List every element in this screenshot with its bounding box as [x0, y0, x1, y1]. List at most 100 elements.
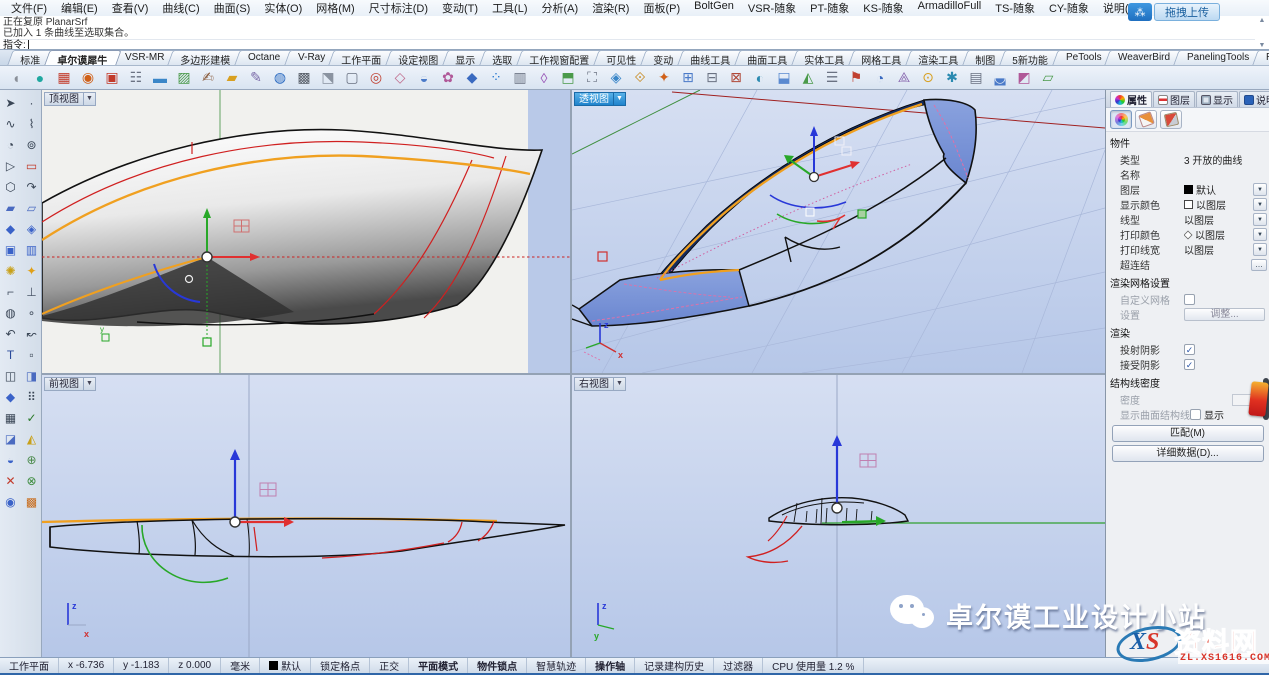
dropdown-button[interactable]: ▼ [1253, 228, 1267, 241]
status-cell-11[interactable]: 操作轴 [586, 658, 635, 673]
toolbar-icon-15[interactable]: ◎ [365, 68, 387, 88]
status-cell-8[interactable]: 平面模式 [409, 658, 468, 673]
viewport-perspective-label[interactable]: 透视图▼ [574, 92, 626, 106]
toolbar-icon-40[interactable]: ▤ [965, 68, 987, 88]
sidebar-icon-22[interactable]: ↶ [1, 324, 20, 343]
chevron-down-icon[interactable]: ▼ [84, 377, 96, 391]
sidebar-icon-32[interactable]: ◪ [1, 429, 20, 448]
panel-tab-1[interactable]: 图层 [1153, 91, 1195, 107]
toolbar-icon-43[interactable]: ▱ [1037, 68, 1059, 88]
toolbar-icon-24[interactable]: ⛶ [581, 68, 603, 88]
menu-item-14[interactable]: VSR-随象 [741, 0, 803, 17]
toolbar-icon-9[interactable]: ▰ [221, 68, 243, 88]
status-cell-13[interactable]: 过滤器 [714, 658, 763, 673]
chevron-down-icon[interactable]: ▼ [84, 92, 96, 106]
panel-button-1[interactable]: 详细数据(D)... [1112, 445, 1264, 462]
menu-item-11[interactable]: 渲染(R) [585, 0, 636, 17]
sidebar-icon-2[interactable]: ∿ [1, 114, 20, 133]
viewport-right-label[interactable]: 右视图▼ [574, 377, 626, 391]
sidebar-icon-19[interactable]: ⊥ [22, 282, 41, 301]
menu-item-4[interactable]: 曲面(S) [207, 0, 258, 17]
sidebar-icon-20[interactable]: ◍ [1, 303, 20, 322]
status-cell-12[interactable]: 记录建构历史 [635, 658, 714, 673]
sidebar-icon-16[interactable]: ✺ [1, 261, 20, 280]
toolbar-icon-20[interactable]: ⁘ [485, 68, 507, 88]
panel-tab-3[interactable]: 说明 [1239, 91, 1269, 107]
status-cell-9[interactable]: 物件锁点 [468, 658, 527, 673]
toolbar-icon-19[interactable]: ◆ [461, 68, 483, 88]
viewport-front[interactable]: z x 前视图▼ [42, 375, 570, 657]
status-cell-10[interactable]: 智慧轨迹 [527, 658, 586, 673]
sidebar-icon-33[interactable]: ◭ [22, 429, 41, 448]
toolbar-icon-28[interactable]: ⊞ [677, 68, 699, 88]
toolbar-icon-35[interactable]: ⚑ [845, 68, 867, 88]
toolbar-icon-12[interactable]: ▩ [293, 68, 315, 88]
toolbar-icon-3[interactable]: ◉ [77, 68, 99, 88]
sidebar-icon-18[interactable]: ⌐ [1, 282, 20, 301]
sidebar-icon-9[interactable]: ↷ [22, 177, 41, 196]
menu-item-0[interactable]: 文件(F) [4, 0, 54, 17]
menu-item-9[interactable]: 工具(L) [485, 0, 534, 17]
panel-tab-0[interactable]: 属性 [1110, 91, 1152, 107]
sidebar-icon-23[interactable]: ↜ [22, 324, 41, 343]
chevron-down-icon[interactable]: ▼ [614, 92, 626, 106]
menu-item-6[interactable]: 网格(M) [309, 0, 362, 17]
sidebar-icon-30[interactable]: ▦ [1, 408, 20, 427]
viewport-top-label[interactable]: 顶视图▼ [44, 92, 96, 106]
sidebar-icon-8[interactable]: ⬡ [1, 177, 20, 196]
sidebar-icon-39[interactable]: ▩ [22, 492, 41, 511]
toolbar-icon-11[interactable]: ◍ [269, 68, 291, 88]
toolbar-icon-30[interactable]: ⊠ [725, 68, 747, 88]
sidebar-icon-15[interactable]: ▥ [22, 240, 41, 259]
toolbar-icon-39[interactable]: ✱ [941, 68, 963, 88]
toolbar-icon-25[interactable]: ◈ [605, 68, 627, 88]
menu-item-19[interactable]: CY-随象 [1042, 0, 1096, 17]
viewport-top[interactable]: y 顶视图▼ [42, 90, 570, 373]
toolbar-tab-10[interactable]: 工作视窗配置 [516, 50, 603, 65]
status-cell-4[interactable]: 毫米 [221, 658, 260, 673]
adjust-button[interactable]: 调整... [1184, 308, 1265, 321]
material-page-button[interactable] [1135, 110, 1157, 129]
toolbar-tab-1[interactable]: 卓尔谟犀牛 [44, 50, 121, 65]
sidebar-icon-38[interactable]: ◉ [1, 492, 20, 511]
sidebar-icon-17[interactable]: ✦ [22, 261, 41, 280]
sidebar-icon-21[interactable]: ∘ [22, 303, 41, 322]
sidebar-icon-31[interactable]: ✓ [22, 408, 41, 427]
toolbar-icon-33[interactable]: ◭ [797, 68, 819, 88]
menu-item-15[interactable]: PT-随象 [803, 0, 856, 17]
toolbar-icon-27[interactable]: ✦ [653, 68, 675, 88]
status-cell-3[interactable]: z 0.000 [169, 658, 221, 673]
toolbar-icon-13[interactable]: ⬔ [317, 68, 339, 88]
sidebar-icon-1[interactable]: · [22, 93, 41, 112]
checkbox[interactable] [1184, 294, 1195, 305]
toolbar-icon-1[interactable]: ● [29, 68, 51, 88]
chevron-down-icon[interactable]: ▼ [614, 377, 626, 391]
menu-item-16[interactable]: KS-随象 [856, 0, 910, 17]
sidebar-icon-27[interactable]: ◨ [22, 366, 41, 385]
panel-button-0[interactable]: 匹配(M) [1112, 425, 1264, 442]
toolbar-icon-26[interactable]: ⟐ [629, 68, 651, 88]
sidebar-icon-3[interactable]: ⌇ [22, 114, 41, 133]
toolbar-icon-37[interactable]: ⟁ [893, 68, 915, 88]
toolbar-icon-17[interactable]: ◒ [413, 68, 435, 88]
toolbar-icon-38[interactable]: ⊙ [917, 68, 939, 88]
sidebar-icon-10[interactable]: ▰ [1, 198, 20, 217]
menu-item-17[interactable]: ArmadilloFull [911, 0, 989, 17]
sidebar-icon-26[interactable]: ◫ [1, 366, 20, 385]
sidebar-icon-6[interactable]: ▷ [1, 156, 20, 175]
toolbar-icon-8[interactable]: ✍ [197, 68, 219, 88]
menu-item-8[interactable]: 变动(T) [435, 0, 485, 17]
status-cell-7[interactable]: 正交 [370, 658, 409, 673]
checkbox[interactable]: ✓ [1184, 359, 1195, 370]
toolbar-icon-16[interactable]: ◇ [389, 68, 411, 88]
toolbar-icon-6[interactable]: ▬ [149, 68, 171, 88]
sidebar-icon-35[interactable]: ⊕ [22, 450, 41, 469]
status-cell-5[interactable]: 默认 [260, 658, 311, 673]
toolbar-icon-10[interactable]: ✎ [245, 68, 267, 88]
upload-button[interactable]: 拖拽上传 [1154, 3, 1220, 21]
sidebar-icon-4[interactable]: ◔ [1, 135, 20, 154]
checkbox[interactable] [1190, 409, 1201, 420]
status-cell-1[interactable]: x -6.736 [59, 658, 114, 673]
toolbar-icon-42[interactable]: ◩ [1013, 68, 1035, 88]
toolbar-icon-14[interactable]: ▢ [341, 68, 363, 88]
